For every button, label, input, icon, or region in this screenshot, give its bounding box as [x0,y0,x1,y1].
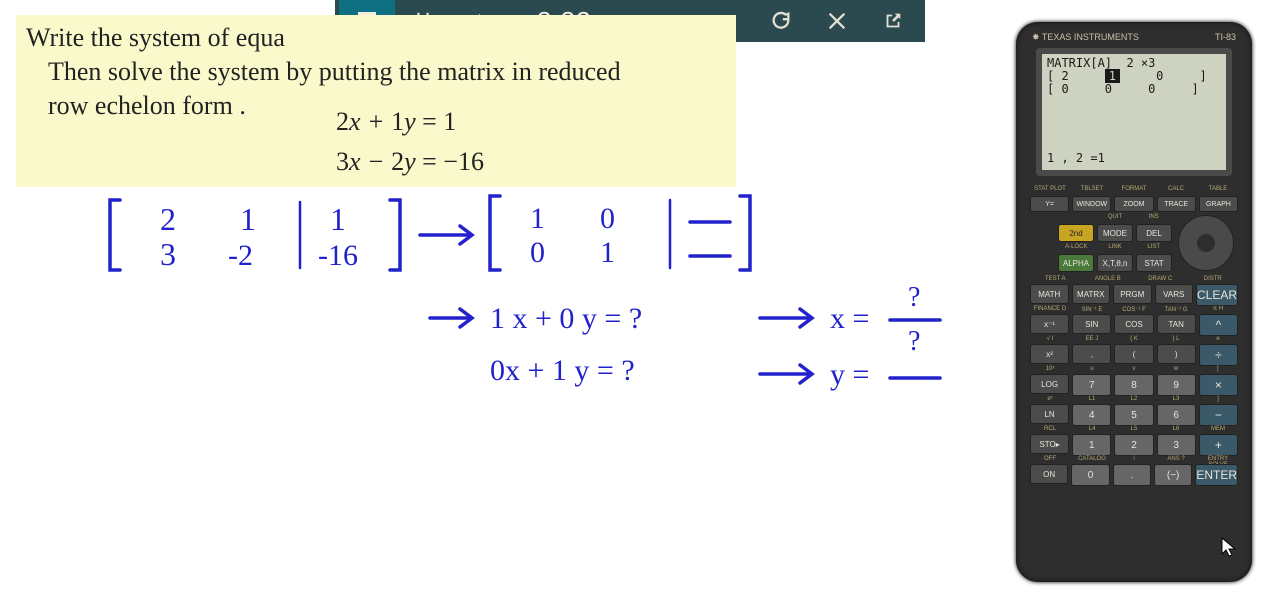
equation-2: 3x − 2y = −16 [336,145,484,179]
key-[interactable]: ( [1114,344,1153,364]
problem-line-2: Then solve the system by putting the mat… [26,55,726,89]
key-sin[interactable]: SIN [1072,314,1111,334]
svg-text:1: 1 [330,201,346,237]
key-[interactable]: ^ [1199,314,1238,336]
key-stat[interactable]: STAT [1136,254,1172,272]
key-[interactable]: ÷ [1199,344,1238,366]
key-7[interactable]: 7 [1072,374,1111,396]
key-9[interactable]: 9 [1157,374,1196,396]
key-3[interactable]: 3 [1157,434,1196,456]
key-mode[interactable]: MODE [1097,224,1133,242]
key-[interactable]: ) [1157,344,1196,364]
key-on[interactable]: ON [1030,464,1068,484]
directional-pad[interactable] [1178,215,1234,271]
ti83-calculator: ✸ TEXAS INSTRUMENTS TI-83 MATRIX[A] 2 ×3… [1016,22,1252,582]
svg-text:?: ? [908,326,920,357]
key-0[interactable]: 0 [1071,464,1109,486]
key-[interactable]: , [1072,344,1111,364]
key-matrx[interactable]: MATRX [1072,284,1111,304]
top-super-labels: STAT PLOTTBLSETFORMATCALCTABLE [1030,186,1238,194]
key-graph[interactable]: GRAPH [1199,196,1238,212]
svg-text:3: 3 [160,236,176,272]
svg-text:0: 0 [530,236,545,269]
key-2[interactable]: 2 [1114,434,1153,456]
key-2nd[interactable]: 2nd [1058,224,1094,242]
key-cos[interactable]: COS [1114,314,1153,334]
calculator-screen: MATRIX[A] 2 ×3 [ 2 1 0 ] [ 0 0 0 ] 1 , 2… [1036,48,1232,176]
key-[interactable]: − [1199,404,1238,426]
popout-button[interactable] [865,0,921,42]
close-button[interactable] [809,0,865,42]
screen-status: 1 , 2 =1 [1047,152,1105,165]
svg-text:1 x + 0 y = ?: 1 x + 0 y = ? [490,302,642,335]
svg-text:y =: y = [830,358,869,391]
key-4[interactable]: 4 [1072,404,1111,426]
svg-text:?: ? [908,282,920,313]
key-trace[interactable]: TRACE [1157,196,1196,212]
key-del[interactable]: DEL [1136,224,1172,242]
key-enter[interactable]: ENTER [1195,464,1238,486]
calculator-brand: ✸ TEXAS INSTRUMENTS TI-83 [1024,30,1244,45]
svg-text:1: 1 [240,201,256,237]
svg-text:-2: -2 [228,239,253,272]
handwritten-work: 2 1 1 3 -2 -16 1 0 0 1 1 x + 0 y = ? 0x … [100,190,980,420]
key-window[interactable]: WINDOW [1072,196,1111,212]
svg-text:1: 1 [530,202,545,235]
key-[interactable]: . [1113,464,1151,486]
key-x[interactable]: x² [1030,344,1069,364]
svg-text:-16: -16 [318,239,358,272]
key-y-equals[interactable]: Y= [1030,196,1069,212]
key-xt[interactable]: X,T,θ,n [1097,254,1133,272]
svg-text:0: 0 [600,202,615,235]
key-math[interactable]: MATH [1030,284,1069,304]
key-[interactable]: + [1199,434,1238,456]
key-1[interactable]: 1 [1072,434,1111,456]
key-ln[interactable]: LN [1030,404,1069,424]
key-log[interactable]: LOG [1030,374,1069,394]
screen-row-2: [ 0 0 0 ] [1047,83,1221,96]
key-x[interactable]: x⁻¹ [1030,314,1069,334]
key-alpha[interactable]: ALPHA [1058,254,1094,272]
key-tan[interactable]: TAN [1157,314,1196,334]
key-8[interactable]: 8 [1114,374,1153,396]
key-zoom[interactable]: ZOOM [1114,196,1153,212]
svg-text:x =: x = [830,302,869,335]
problem-line-1: Write the system of equa [26,21,726,55]
svg-text:1: 1 [600,236,615,269]
key-sto[interactable]: STO▸ [1030,434,1069,454]
equation-1: 2x + 1y = 1 [336,105,484,139]
key-5[interactable]: 5 [1114,404,1153,426]
key-clear[interactable]: CLEAR [1196,284,1238,306]
svg-text:0x + 1 y = ?: 0x + 1 y = ? [490,354,635,387]
key-[interactable]: × [1199,374,1238,396]
key-vars[interactable]: VARS [1155,284,1194,304]
key-prgm[interactable]: PRGM [1113,284,1152,304]
key-6[interactable]: 6 [1157,404,1196,426]
key-[interactable]: (−) [1154,464,1192,486]
replay-button[interactable] [753,0,809,42]
svg-text:2: 2 [160,201,176,237]
problem-statement: Write the system of equa Then solve the … [16,15,736,187]
